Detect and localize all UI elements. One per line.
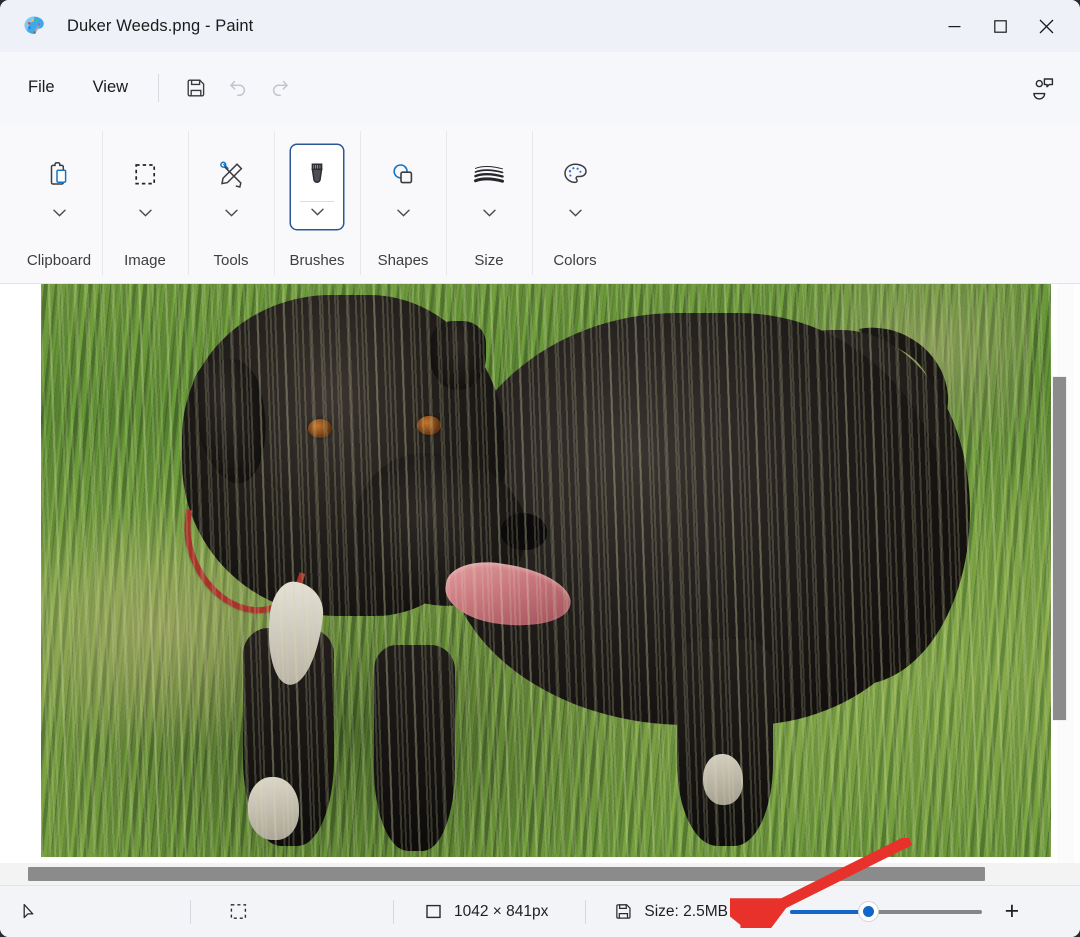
chevron-down-icon[interactable]	[569, 204, 582, 222]
canvas-image[interactable]	[41, 284, 1051, 857]
image-dimensions: 1042 × 841px	[424, 902, 548, 921]
selection-rectangle-icon	[130, 154, 160, 196]
zoom-slider-track	[868, 910, 982, 914]
image-button[interactable]	[118, 144, 172, 230]
window-title: Duker Weeds.png - Paint	[67, 17, 253, 36]
menu-view[interactable]: View	[79, 71, 142, 104]
file-size-label: Size: 2.5MB	[644, 903, 728, 921]
menu-file[interactable]: File	[14, 71, 69, 104]
zoom-control[interactable]: +	[790, 899, 1025, 925]
ribbon-group-label: Clipboard	[27, 252, 91, 269]
ribbon-group-clipboard[interactable]: Clipboard	[16, 123, 102, 283]
grass-highlights	[41, 284, 1051, 857]
minimize-icon[interactable]	[931, 0, 977, 52]
divider	[393, 900, 394, 924]
shapes-icon	[388, 154, 418, 196]
title-bar: Duker Weeds.png - Paint	[0, 0, 1080, 52]
ribbon-group-image[interactable]: Image	[102, 123, 188, 283]
zoom-slider-fill	[790, 910, 868, 914]
divider	[190, 900, 191, 924]
ribbon-group-tools[interactable]: Tools	[188, 123, 274, 283]
ribbon-group-label: Tools	[213, 252, 248, 269]
brush-icon	[302, 154, 332, 196]
ribbon-group-label: Shapes	[378, 252, 429, 269]
chevron-down-icon[interactable]	[397, 204, 410, 222]
ribbon-group-label: Colors	[553, 252, 596, 269]
colors-button[interactable]	[548, 144, 602, 230]
ribbon-group-size[interactable]: Size	[446, 123, 532, 283]
ribbon-group-colors[interactable]: Colors	[532, 123, 618, 283]
cursor-arrow-icon	[20, 902, 39, 921]
zoom-slider-thumb[interactable]	[858, 901, 879, 922]
chevron-down-icon[interactable]	[483, 204, 496, 222]
ribbon-group-label: Image	[124, 252, 166, 269]
zoom-in-button[interactable]: +	[999, 899, 1025, 925]
horizontal-scrollbar-track[interactable]	[0, 863, 1080, 885]
palette-icon	[560, 154, 590, 196]
shapes-button[interactable]	[376, 144, 430, 230]
ribbon-group-shapes[interactable]: Shapes	[360, 123, 446, 283]
undo-icon[interactable]	[217, 67, 259, 109]
chevron-down-icon[interactable]	[300, 201, 334, 216]
copilot-icon[interactable]	[1022, 67, 1064, 109]
save-icon[interactable]	[175, 67, 217, 109]
divider	[158, 74, 159, 102]
command-bar: File View	[0, 52, 1080, 123]
ribbon-group-label: Brushes	[289, 252, 344, 269]
ribbon-group-label: Size	[474, 252, 503, 269]
paint-palette-icon	[22, 14, 46, 38]
horizontal-scrollbar[interactable]	[28, 867, 985, 881]
zoom-slider[interactable]	[790, 903, 982, 921]
ribbon-toolbar: Clipboard Image	[0, 123, 1080, 284]
redo-icon[interactable]	[259, 67, 301, 109]
chevron-down-icon[interactable]	[139, 204, 152, 222]
divider	[585, 900, 586, 924]
ribbon-group-brushes[interactable]: Brushes	[274, 123, 360, 283]
file-size: Size: 2.5MB	[614, 902, 728, 921]
size-button[interactable]	[462, 144, 516, 230]
chevron-down-icon[interactable]	[225, 204, 238, 222]
clipboard-icon	[44, 154, 74, 196]
brushes-button[interactable]	[290, 144, 344, 230]
maximize-icon[interactable]	[977, 0, 1023, 52]
vertical-scrollbar[interactable]	[1052, 376, 1067, 721]
close-icon[interactable]	[1023, 0, 1069, 52]
size-lines-icon	[472, 154, 506, 196]
tools-button[interactable]	[204, 144, 258, 230]
clipboard-button[interactable]	[32, 144, 86, 230]
window-controls	[931, 0, 1080, 52]
image-dimensions-icon	[424, 902, 443, 921]
vertical-scrollbar-track[interactable]	[1057, 284, 1074, 885]
canvas-area[interactable]	[0, 284, 1080, 885]
selection-marquee-icon[interactable]	[229, 902, 248, 921]
dimensions-label: 1042 × 841px	[454, 903, 548, 921]
save-disk-icon	[614, 902, 633, 921]
paint-window: Duker Weeds.png - Paint File View	[0, 0, 1080, 937]
status-bar: 1042 × 841px Size: 2.5MB +	[0, 885, 1080, 937]
pencil-eyedropper-icon	[215, 154, 247, 196]
chevron-down-icon[interactable]	[53, 204, 66, 222]
